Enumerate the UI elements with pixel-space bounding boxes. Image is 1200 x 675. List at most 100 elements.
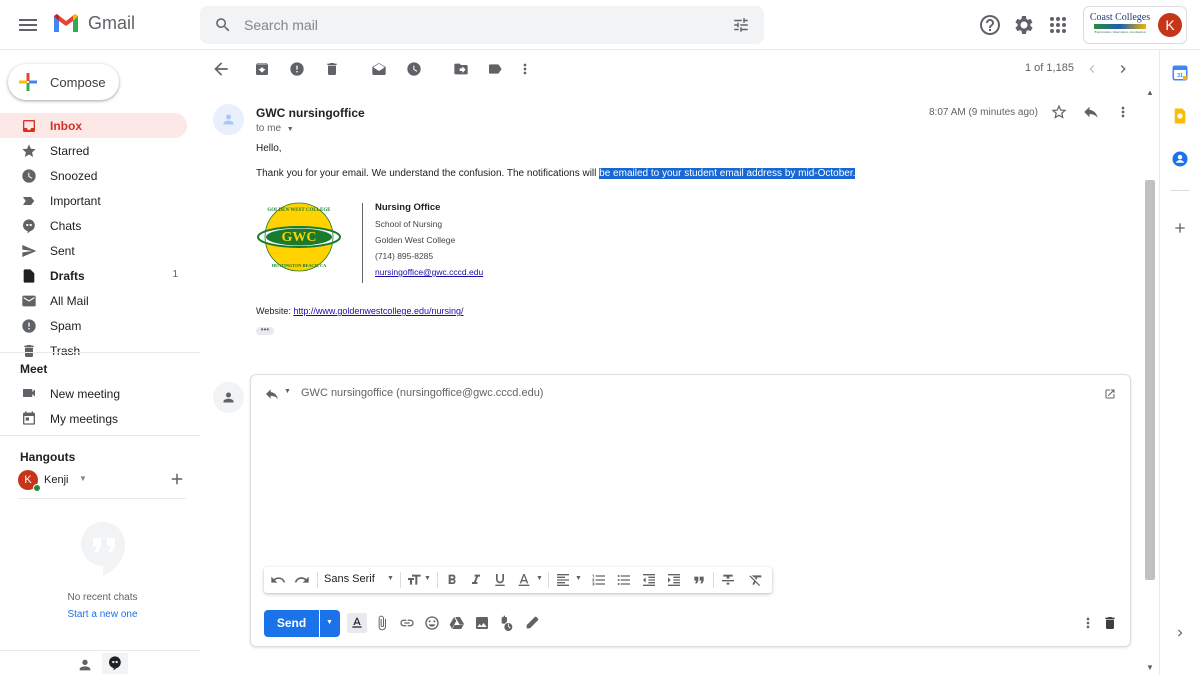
website-link[interactable]: http://www.goldenwestcollege.edu/nursing… bbox=[293, 306, 463, 316]
account-avatar[interactable]: K bbox=[1158, 13, 1182, 37]
search-input[interactable] bbox=[244, 6, 714, 44]
undo-icon[interactable] bbox=[270, 572, 286, 588]
sender-name[interactable]: GWC nursingoffice bbox=[256, 106, 365, 120]
gmail-logo[interactable]: Gmail bbox=[52, 12, 135, 34]
insert-photo-icon[interactable] bbox=[474, 615, 490, 631]
sidebar-item-trash[interactable]: Trash bbox=[0, 338, 187, 363]
search-icon[interactable] bbox=[214, 16, 232, 34]
chevron-down-icon[interactable]: ▼ bbox=[424, 575, 431, 582]
delete-icon[interactable] bbox=[324, 59, 340, 79]
remove-formatting-icon[interactable] bbox=[748, 572, 764, 588]
chevron-left-icon[interactable] bbox=[1084, 59, 1100, 79]
compose-button[interactable]: Compose bbox=[8, 64, 119, 100]
pop-out-icon[interactable] bbox=[1104, 388, 1116, 400]
start-chat-link[interactable]: Start a new one bbox=[0, 609, 205, 620]
numbered-list-icon[interactable] bbox=[591, 572, 607, 588]
chevron-down-icon[interactable]: ▼ bbox=[536, 575, 543, 582]
bulleted-list-icon[interactable] bbox=[616, 572, 632, 588]
reply-text-area[interactable] bbox=[264, 411, 1114, 561]
sidebar-item-sent[interactable]: Sent bbox=[0, 238, 187, 263]
chevron-down-icon[interactable]: ▼ bbox=[287, 126, 294, 133]
report-spam-icon[interactable] bbox=[289, 59, 305, 79]
chevron-down-icon[interactable]: ▼ bbox=[79, 474, 87, 483]
search-options-icon[interactable] bbox=[732, 16, 750, 34]
more-vertical-icon[interactable] bbox=[1115, 102, 1131, 122]
signature-pen-icon[interactable] bbox=[524, 615, 540, 631]
label-icon[interactable] bbox=[487, 59, 503, 79]
align-icon[interactable] bbox=[555, 572, 571, 588]
sidebar-item-all-mail[interactable]: All Mail bbox=[0, 288, 187, 313]
archive-icon[interactable] bbox=[254, 59, 270, 79]
reply-header: ▼ GWC nursingoffice (nursingoffice@gwc.c… bbox=[264, 384, 1115, 404]
font-family-select[interactable]: Sans Serif bbox=[324, 573, 375, 585]
svg-text:31: 31 bbox=[1177, 73, 1183, 79]
sidebar-item-snoozed[interactable]: Snoozed bbox=[0, 163, 187, 188]
main-scrollbar[interactable]: ▲ ▼ bbox=[1143, 88, 1157, 675]
redo-icon[interactable] bbox=[294, 572, 310, 588]
attach-file-icon[interactable] bbox=[374, 615, 390, 631]
contacts-person-icon[interactable] bbox=[75, 657, 95, 673]
expand-panel-chevron-icon[interactable] bbox=[1173, 626, 1187, 640]
mark-unread-icon[interactable] bbox=[371, 59, 387, 79]
calendar-icon bbox=[23, 411, 35, 425]
google-contacts-icon[interactable] bbox=[1171, 150, 1189, 168]
quote-icon[interactable] bbox=[691, 572, 707, 588]
scroll-down-arrow-icon[interactable]: ▼ bbox=[1146, 663, 1154, 672]
show-trimmed-content-button[interactable]: ••• bbox=[256, 326, 274, 335]
drafts-count: 1 bbox=[172, 269, 178, 280]
strikethrough-icon[interactable] bbox=[720, 572, 736, 588]
italic-icon[interactable] bbox=[468, 572, 484, 588]
sidebar-item-starred[interactable]: Starred bbox=[0, 138, 187, 163]
recipient-details[interactable]: to me ▼ bbox=[256, 123, 294, 134]
confidential-mode-icon[interactable] bbox=[499, 615, 515, 631]
more-vertical-icon[interactable] bbox=[517, 59, 533, 79]
reply-recipient[interactable]: GWC nursingoffice (nursingoffice@gwc.ccc… bbox=[301, 387, 543, 399]
get-add-ons-plus-icon[interactable] bbox=[1172, 220, 1188, 236]
underline-icon[interactable] bbox=[492, 572, 508, 588]
indent-less-icon[interactable] bbox=[641, 572, 657, 588]
google-calendar-icon[interactable]: 31 bbox=[1171, 64, 1189, 82]
back-arrow-icon[interactable] bbox=[211, 59, 231, 79]
sidebar-item-inbox[interactable]: Inbox bbox=[0, 113, 187, 138]
main-menu-icon[interactable] bbox=[16, 13, 40, 37]
star-outline-icon[interactable] bbox=[1050, 102, 1068, 122]
text-size-icon[interactable] bbox=[406, 572, 422, 588]
apps-grid-icon[interactable] bbox=[1046, 13, 1070, 37]
chevron-down-icon[interactable]: ▼ bbox=[387, 575, 394, 582]
new-meeting-item[interactable]: New meeting bbox=[0, 381, 200, 406]
google-keep-icon[interactable] bbox=[1171, 107, 1189, 125]
hangouts-user[interactable]: K Kenji ▼ bbox=[18, 470, 198, 492]
signature-email-link[interactable]: nursingoffice@gwc.cccd.edu bbox=[375, 267, 483, 277]
scrollbar-thumb[interactable] bbox=[1145, 180, 1155, 580]
emoji-icon[interactable] bbox=[424, 615, 440, 631]
schedule-send-dropdown[interactable]: ▼ bbox=[320, 610, 340, 637]
sidebar-item-label: Starred bbox=[50, 144, 90, 158]
text-color-icon[interactable] bbox=[516, 572, 532, 588]
sidebar-item-spam[interactable]: Spam bbox=[0, 313, 187, 338]
sidebar-item-important[interactable]: Important bbox=[0, 188, 187, 213]
snooze-clock-icon[interactable] bbox=[406, 59, 422, 79]
chevron-down-icon[interactable]: ▼ bbox=[575, 575, 582, 582]
reply-type-icon[interactable] bbox=[264, 386, 280, 402]
more-vertical-icon[interactable] bbox=[1080, 615, 1096, 631]
formatting-options-button[interactable] bbox=[347, 613, 367, 633]
scroll-up-arrow-icon[interactable]: ▲ bbox=[1146, 88, 1154, 97]
add-chat-plus-icon[interactable] bbox=[168, 470, 186, 488]
discard-draft-trash-icon[interactable] bbox=[1102, 615, 1118, 631]
my-meetings-item[interactable]: My meetings bbox=[0, 406, 200, 431]
reply-compose-box[interactable]: ▼ GWC nursingoffice (nursingoffice@gwc.c… bbox=[250, 374, 1131, 647]
chevron-down-icon[interactable]: ▼ bbox=[284, 388, 291, 395]
indent-more-icon[interactable] bbox=[666, 572, 682, 588]
help-icon[interactable] bbox=[978, 13, 1002, 37]
sidebar-item-drafts[interactable]: Drafts 1 bbox=[0, 263, 187, 288]
hangouts-tab[interactable] bbox=[102, 653, 128, 674]
settings-gear-icon[interactable] bbox=[1012, 13, 1036, 37]
move-to-folder-icon[interactable] bbox=[453, 59, 469, 79]
reply-arrow-icon[interactable] bbox=[1082, 102, 1100, 122]
send-button[interactable]: Send bbox=[264, 610, 319, 637]
google-drive-icon[interactable] bbox=[449, 615, 465, 631]
chevron-right-icon[interactable] bbox=[1115, 59, 1131, 79]
bold-icon[interactable] bbox=[444, 572, 460, 588]
sidebar-item-chats[interactable]: Chats bbox=[0, 213, 187, 238]
insert-link-icon[interactable] bbox=[399, 615, 415, 631]
